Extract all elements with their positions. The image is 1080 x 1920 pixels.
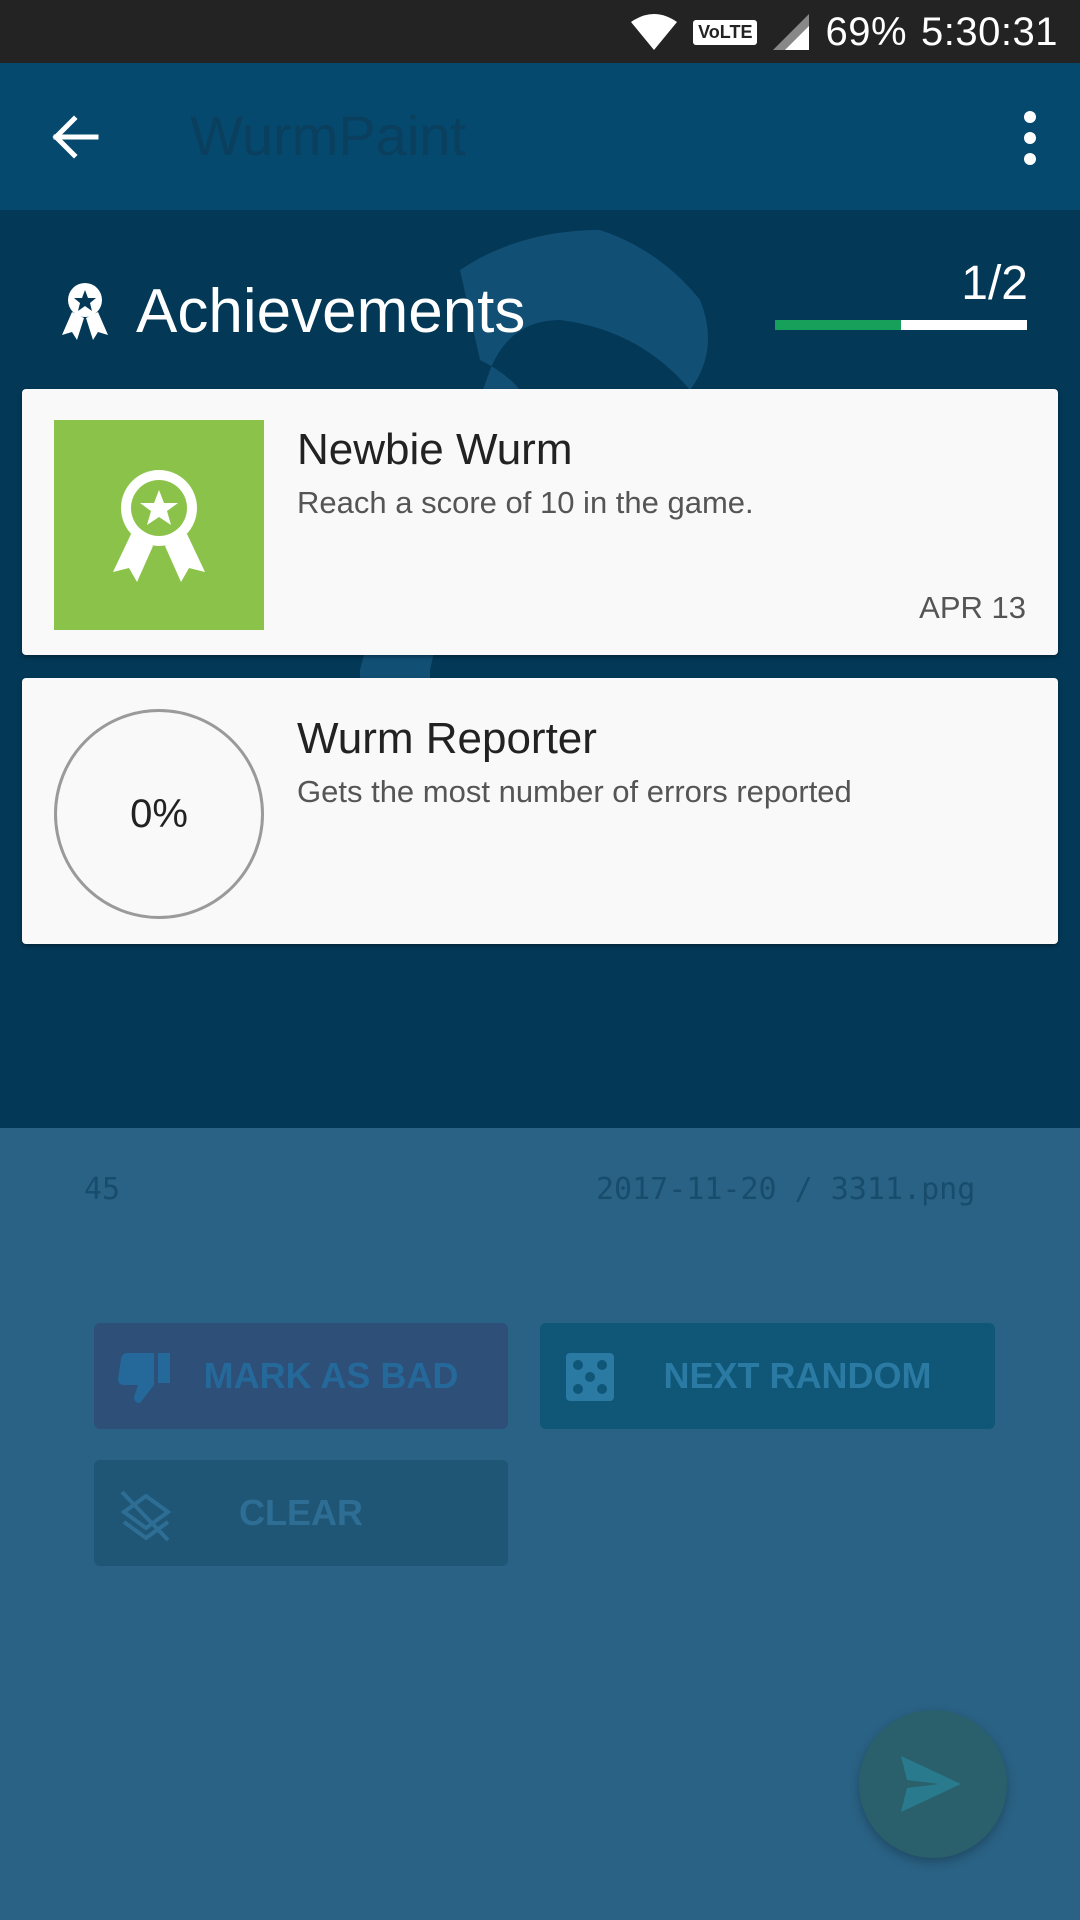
dice-icon [566,1353,614,1401]
achievement-card: 0% Wurm Reporter Gets the most number of… [22,678,1058,944]
achievement-progress-ring: 0% [54,709,264,919]
achievements-progress-bar [775,320,1027,330]
wurm-watermark [360,230,708,910]
achievement-badge [54,420,264,630]
clear-label: CLEAR [239,1492,363,1533]
achievement-description: Reach a score of 10 in the game. [297,485,754,520]
achievements-progress-fill [775,320,901,330]
score-label: 45 [84,1172,121,1207]
mark-as-bad-label: MARK AS BAD [203,1355,459,1396]
send-fab[interactable] [859,1710,1007,1858]
achievement-date: APR 13 [919,590,1026,625]
signal-icon [773,14,810,50]
back-arrow-icon[interactable] [46,109,102,165]
clear-button[interactable]: CLEAR [94,1460,508,1566]
battery-percent: 69% [825,9,908,54]
achievement-name: Wurm Reporter [297,714,597,763]
achievement-progress-label: 0% [130,791,188,836]
layers-clear-icon [120,1490,172,1542]
achievement-description: Gets the most number of errors reported [297,774,852,809]
achievements-count: 1/2 [961,257,1028,310]
app-title: WurmPaint [190,104,466,167]
achievements-panel: Achievements 1/2 Newbie Wurm Reach a sco… [0,210,1080,1128]
achievements-title: Achievements [136,277,526,346]
app-bar: WurmPaint [0,63,1080,210]
award-ribbon-icon [62,283,108,340]
next-random-label: NEXT RANDOM [663,1355,932,1396]
file-label: 2017-11-20 / 3311.png [596,1172,976,1207]
wifi-icon [631,14,678,50]
next-random-button[interactable]: NEXT RANDOM [540,1323,995,1429]
mark-as-bad-button[interactable]: MARK AS BAD [94,1323,508,1429]
status-bar: VoLTE 69% 5:30:31 [0,0,1080,63]
award-ribbon-icon [113,470,205,582]
overflow-menu-icon[interactable] [1010,103,1050,173]
clock: 5:30:31 [921,9,1058,54]
achievement-card: Newbie Wurm Reach a score of 10 in the g… [22,389,1058,655]
thumbs-down-icon [118,1353,170,1403]
achievement-name: Newbie Wurm [297,425,573,474]
send-icon [901,1756,961,1812]
volte-badge: VoLTE [693,19,758,45]
